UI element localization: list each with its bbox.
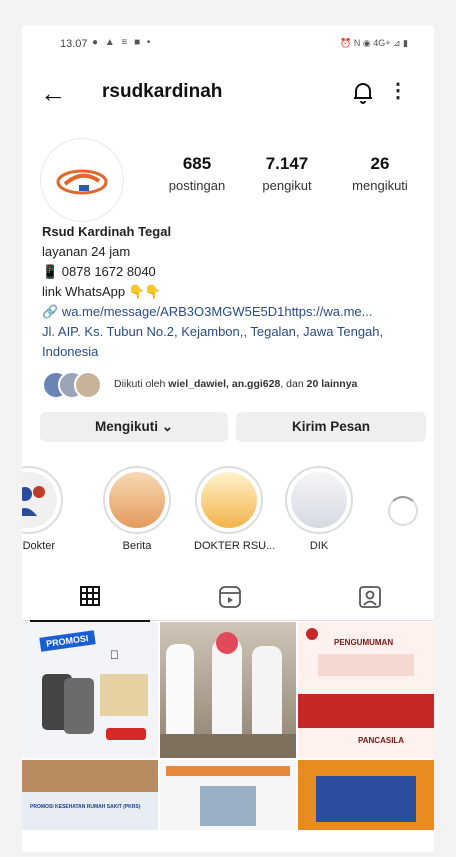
loading-spinner-icon (388, 496, 418, 526)
status-bar: 13.07 ● ▲ ≡ ■ • ⏰ N ◉ 4G+ ⊿ ▮ (22, 34, 434, 56)
bio-whatsapp: link WhatsApp 👇👇 (42, 284, 162, 299)
grid-icon (80, 586, 100, 606)
post-caption: PANCASILA (358, 736, 405, 745)
status-time: 13.07 (60, 38, 88, 50)
following-count: 26 (370, 154, 390, 173)
followers-label: pengikut (262, 178, 312, 193)
doctor-icon (22, 486, 45, 516)
following-button[interactable]: Mengikuti ⌄ (40, 412, 228, 442)
tagged-person-icon (359, 586, 381, 608)
text-block (100, 674, 148, 716)
post-caption: PENGUMUMAN (334, 638, 394, 647)
followed-by-users: wiel_dawiel, an.ggi628 (168, 378, 281, 390)
highlight-label: Berita (122, 540, 152, 552)
bell-icon[interactable] (352, 80, 374, 109)
more-options-icon[interactable]: ⋮ (388, 78, 408, 103)
follower-avatar (74, 371, 102, 399)
highlight-ring (103, 466, 171, 534)
followed-by[interactable]: Diikuti oleh wiel_dawiel, an.ggi628, dan… (42, 371, 432, 399)
apple-logo-icon:  (110, 648, 119, 662)
following-label: mengikuti (352, 178, 408, 193)
post-caption: PROMOSI KESEHATAN RUMAH SAKIT (PKRS) (30, 804, 141, 810)
post-thumbnail[interactable] (160, 622, 296, 758)
post-thumbnail[interactable]: PROMOSI  (22, 622, 158, 758)
bio-link-text: wa.me/message/ARB3O3MGW5E5D1https://wa.m… (61, 304, 373, 319)
bio-address[interactable]: Jl. AIP. Ks. Tubun No.2, Kejambon,, Tega… (42, 322, 427, 362)
bio-link[interactable]: 🔗 wa.me/message/ARB3O3MGW5E5D1https://wa… (42, 302, 427, 322)
highlight-item[interactable]: DIK (284, 466, 354, 552)
profile-screen: 13.07 ● ▲ ≡ ■ • ⏰ N ◉ 4G+ ⊿ ▮ ← rsudkard… (22, 26, 434, 852)
highlight-label: wal Dokter (22, 540, 55, 552)
post-thumbnail[interactable]: PENGUMUMAN PANCASILA (298, 622, 434, 758)
posts-count: 685 (182, 154, 212, 173)
highlight-label: DOKTER RSU... (194, 540, 276, 552)
followed-by-count: 20 lainnya (306, 378, 358, 390)
bio-name: Rsud Kardinah Tegal (42, 224, 172, 239)
followers-count: 7.147 (265, 154, 309, 173)
link-icon: 🔗 (42, 304, 62, 319)
post-caption: PROMOSI (39, 630, 96, 652)
profile-avatar[interactable] (40, 138, 124, 222)
tab-tagged[interactable] (310, 586, 430, 613)
stat-following[interactable]: 26 mengikuti (340, 154, 420, 193)
stat-followers[interactable]: 7.147 pengikut (247, 154, 327, 193)
followed-by-prefix: Diikuti oleh (114, 378, 169, 390)
reels-icon (219, 586, 241, 608)
post-thumbnail[interactable] (160, 760, 296, 830)
tab-posts-grid[interactable] (30, 586, 150, 622)
post-thumbnail[interactable]: PROMOSI KESEHATAN RUMAH SAKIT (PKRS) (22, 760, 158, 830)
followed-by-suffix: , dan (280, 378, 307, 390)
top-bar: ← rsudkardinah ⋮ (22, 72, 434, 116)
highlight-ring (195, 466, 263, 534)
hospital-logo (56, 169, 108, 195)
bio-phone: 📱 0878 1672 8040 (42, 264, 156, 279)
stat-posts[interactable]: 685 postingan (157, 154, 237, 193)
post-thumbnail[interactable] (298, 760, 434, 830)
highlight-ring (285, 466, 353, 534)
send-message-button[interactable]: Kirim Pesan (236, 412, 426, 442)
red-badge (106, 728, 146, 740)
highlight-item[interactable]: Berita (102, 466, 172, 552)
profile-tabs (22, 576, 434, 622)
back-arrow-icon[interactable]: ← (40, 78, 66, 109)
status-right-icons: ⏰ N ◉ 4G+ ⊿ ▮ (340, 38, 408, 48)
phone-image (64, 678, 94, 734)
highlight-ring (22, 466, 63, 534)
profile-bio: Rsud Kardinah Tegal layanan 24 jam 📱 087… (42, 222, 427, 362)
followed-by-text: Diikuti oleh wiel_dawiel, an.ggi628, dan… (114, 378, 357, 390)
profile-username: rsudkardinah (102, 81, 223, 102)
tab-reels[interactable] (170, 586, 290, 613)
status-left-icons: ● ▲ ≡ ■ • (92, 37, 153, 48)
highlight-item[interactable]: DOKTER RSU... (194, 466, 276, 552)
highlight-label: DIK (309, 540, 329, 552)
posts-label: postingan (168, 178, 226, 193)
bio-line-service: layanan 24 jam (42, 244, 131, 259)
highlight-item[interactable]: wal Dokter (22, 466, 64, 552)
